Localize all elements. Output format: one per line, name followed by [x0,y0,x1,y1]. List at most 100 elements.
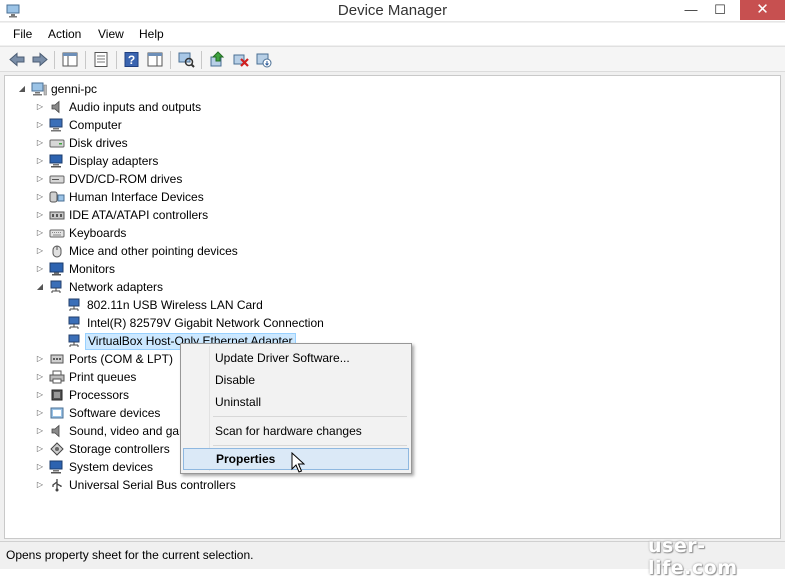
mouse-icon [52,245,62,258]
show-hide-tree-icon[interactable] [61,51,79,68]
usb-icon [52,479,62,492]
tree-category[interactable]: ▷ Keyboards [33,224,333,242]
tree-category-label: Keyboards [69,226,127,240]
expand-arrow-icon[interactable]: ▷ [35,260,45,278]
enable-device-icon[interactable] [255,51,273,68]
software-device-icon [50,407,64,419]
network-adapter-icon [68,298,80,311]
tree-device[interactable]: Intel(R) 82579V Gigabit Network Connecti… [65,314,365,332]
expand-arrow-icon[interactable]: ▷ [35,476,45,494]
hid-icon [49,191,65,203]
keyboard-icon [49,229,65,238]
tree-category-label: Software devices [69,406,161,420]
context-menu-separator [213,416,407,417]
expand-arrow-icon[interactable]: ▷ [35,350,45,368]
expand-arrow-icon[interactable]: ▷ [35,386,45,404]
network-adapter-icon [68,316,80,329]
tree-category[interactable]: ▷ Universal Serial Bus controllers [33,476,333,494]
tree-category-label: Universal Serial Bus controllers [69,478,236,492]
expand-arrow-icon[interactable]: ▷ [35,188,45,206]
expand-arrow-icon[interactable]: ▷ [35,368,45,386]
expand-arrow-icon[interactable]: ▷ [35,224,45,242]
expand-arrow-icon[interactable]: ▷ [35,242,45,260]
tree-category[interactable]: ▷ Mice and other pointing devices [33,242,333,260]
tree-root-label: genni-pc [51,82,98,96]
forward-icon[interactable] [31,51,49,68]
device-manager-window: Device Manager — ☐ ✕ File Action View He… [0,0,785,579]
expand-arrow-icon[interactable]: ▷ [35,404,45,422]
toolbar-separator [170,51,171,69]
expand-arrow-icon[interactable]: ▷ [35,152,45,170]
menu-help[interactable]: Help [139,27,164,41]
tree-category-label: Print queues [69,370,137,384]
scan-hardware-icon[interactable] [177,51,195,68]
display-adapter-icon [49,154,63,168]
maximize-button[interactable]: ☐ [706,0,734,20]
toolbar-separator [54,51,55,69]
help-icon[interactable]: ? [123,51,141,68]
speaker-icon [51,100,60,114]
expand-arrow-icon[interactable]: ▷ [35,422,45,440]
tree-root[interactable]: ◢ genni-pc [15,80,215,98]
tree-category[interactable]: ▷ Human Interface Devices [33,188,333,206]
back-icon[interactable] [8,51,26,68]
toolbar-separator [85,51,86,69]
collapse-arrow-icon[interactable]: ◢ [35,278,45,296]
menu-uninstall[interactable]: Uninstall [183,391,409,413]
ide-controller-icon [49,211,65,220]
computer-icon [49,118,63,132]
tree-category[interactable]: ▷ Monitors [33,260,333,278]
menu-action[interactable]: Action [48,27,81,41]
expand-arrow-icon[interactable]: ▷ [35,458,45,476]
uninstall-icon[interactable] [232,51,250,68]
expand-arrow-icon[interactable]: ▷ [35,206,45,224]
expand-arrow-icon[interactable]: ▷ [35,98,45,116]
tree-category-label: Network adapters [69,280,164,294]
tree-device-label: Intel(R) 82579V Gigabit Network Connecti… [87,316,324,330]
tree-category[interactable]: ▷ Computer [33,116,333,134]
tree-category[interactable]: ▷ DVD/CD-ROM drives [33,170,333,188]
expand-arrow-icon[interactable]: ▷ [35,440,45,458]
tree-device-label: 802.11n USB Wireless LAN Card [87,298,263,312]
menu-bar: File Action View Help [0,23,785,45]
tree-category-label: Audio inputs and outputs [69,100,202,114]
update-driver-icon[interactable] [208,51,226,68]
dvd-drive-icon [49,175,65,184]
expand-arrow-icon[interactable]: ▷ [35,170,45,188]
port-icon [50,354,64,364]
watermark: user-life.com [648,535,738,579]
sound-icon [51,424,60,438]
tree-category-label: Display adapters [69,154,159,168]
tree-category[interactable]: ▷ Display adapters [33,152,333,170]
collapse-arrow-icon[interactable]: ◢ [17,80,27,98]
tree-category[interactable]: ▷ IDE ATA/ATAPI controllers [33,206,333,224]
monitor-icon [49,262,64,276]
tree-category[interactable]: ▷ Disk drives [33,134,333,152]
menu-file[interactable]: File [13,27,32,41]
tree-category-label: Monitors [69,262,116,276]
menu-view[interactable]: View [98,27,124,41]
menu-scan-hardware[interactable]: Scan for hardware changes [183,420,409,442]
menu-update-driver[interactable]: Update Driver Software... [183,347,409,369]
tree-category-label: Disk drives [69,136,128,150]
title-bar: Device Manager — ☐ ✕ [0,0,785,22]
expand-arrow-icon[interactable]: ▷ [35,134,45,152]
action-pane-icon[interactable] [146,51,164,68]
tree-device[interactable]: 802.11n USB Wireless LAN Card [65,296,365,314]
tree-category-expanded[interactable]: ◢ Network adapters [33,278,333,296]
toolbar-separator [116,51,117,69]
tree-category[interactable]: ▷ Audio inputs and outputs [33,98,333,116]
toolbar: ? [0,46,785,72]
tree-category-label: Human Interface Devices [69,190,204,204]
disk-drive-icon [49,139,65,148]
tree-category-label: Storage controllers [69,442,170,456]
expand-arrow-icon[interactable]: ▷ [35,116,45,134]
menu-disable[interactable]: Disable [183,369,409,391]
tree-category-label: Ports (COM & LPT) [69,352,174,366]
storage-controller-icon [50,442,64,456]
network-adapter-icon [50,280,62,293]
close-button[interactable]: ✕ [740,0,785,20]
window-title: Device Manager [337,2,448,19]
minimize-button[interactable]: — [677,0,705,20]
properties-icon[interactable] [92,51,110,68]
